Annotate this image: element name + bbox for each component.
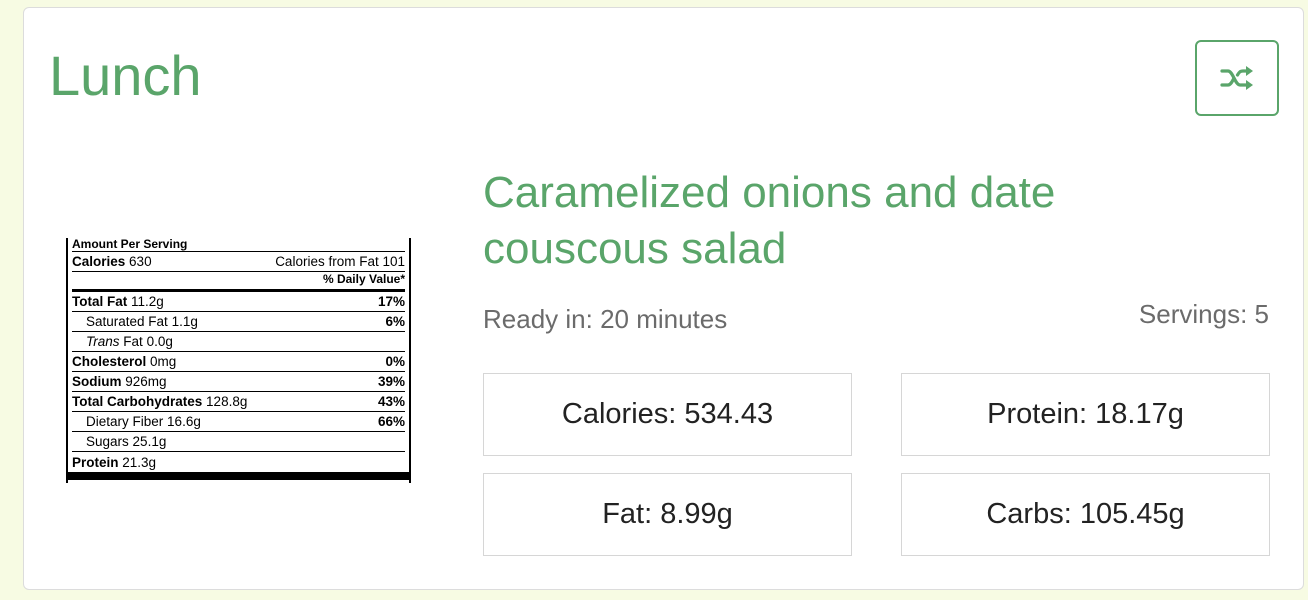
nutrient-label: Sugars (86, 434, 129, 449)
nutrient-label: Total Carbohydrates (72, 394, 203, 409)
meal-card: Lunch Amount Per Serving Calories 630 Ca… (23, 7, 1304, 590)
fat-stat: Fat: 8.99g (483, 473, 852, 556)
nutrient-label: Sodium (72, 374, 122, 389)
nutrient-label: Total Fat (72, 294, 128, 309)
nutrient-label: Protein (72, 455, 119, 470)
nutrient-amount: 21.3g (122, 455, 157, 470)
nutrition-header-row: Amount Per Serving (72, 238, 405, 252)
calories-label: Calories (72, 254, 126, 269)
nutrition-header: Amount Per Serving (72, 238, 188, 251)
nutrient-amount: 926mg (125, 374, 167, 389)
nutrient-row: Total Fat 11.2g 17% (72, 292, 405, 312)
nutrient-amount: 11.2g (131, 294, 164, 309)
servings: Servings: 5 (1138, 299, 1269, 329)
nutrient-percent: 66% (377, 414, 405, 429)
nutrient-percent: 39% (377, 374, 405, 389)
nutrient-row: Trans Fat 0.0g (72, 332, 405, 352)
nutrient-amount: 0mg (150, 354, 177, 369)
nutrient-percent: 17% (377, 294, 405, 309)
daily-value-header-row: % Daily Value* (72, 272, 405, 292)
recipe-title[interactable]: Caramelized onions and date couscous sal… (483, 165, 1183, 277)
nutrition-facts-label: Amount Per Serving Calories 630 Calories… (66, 238, 411, 483)
nutrient-amount: 1.1g (171, 314, 198, 329)
shuffle-icon (1220, 66, 1253, 90)
meal-title: Lunch (49, 44, 202, 107)
daily-value-header: % Daily Value* (322, 272, 405, 286)
nutrient-row: Dietary Fiber 16.6g 66% (72, 412, 405, 432)
nutrient-amount: 128.8g (206, 394, 248, 409)
nutrient-label: Dietary Fiber (86, 414, 164, 429)
nutrient-row: Saturated Fat 1.1g 6% (72, 312, 405, 332)
calories-value: 630 (129, 254, 152, 269)
nutrition-bottom-bar (68, 472, 409, 480)
nutrition-calories-row: Calories 630 Calories from Fat 101 (72, 252, 405, 272)
nutrient-row: Sugars 25.1g (72, 432, 405, 452)
nutrient-amount: 16.6g (167, 414, 201, 429)
nutrient-percent: 6% (385, 314, 405, 329)
nutrient-label: Saturated Fat (86, 314, 168, 329)
carbs-stat: Carbs: 105.45g (901, 473, 1270, 556)
ready-time: Ready in: 20 minutes (483, 304, 728, 334)
nutrient-amount: 25.1g (132, 434, 167, 449)
protein-stat: Protein: 18.17g (901, 373, 1270, 456)
nutrient-row: Sodium 926mg 39% (72, 372, 405, 392)
nutrient-row: Total Carbohydrates 128.8g 43% (72, 392, 405, 412)
nutrient-label: Fat (123, 334, 143, 349)
calories-from-fat: Calories from Fat 101 (275, 254, 405, 269)
nutrient-percent: 0% (385, 354, 405, 369)
nutrient-row: Cholesterol 0mg 0% (72, 352, 405, 372)
nutrient-row: Protein 21.3g (72, 452, 405, 472)
calories-stat: Calories: 534.43 (483, 373, 852, 456)
shuffle-button[interactable] (1195, 40, 1279, 116)
nutrient-percent: 43% (377, 394, 405, 409)
nutrient-label: Cholesterol (72, 354, 147, 369)
nutrient-amount: 0.0g (146, 334, 173, 349)
nutrient-label-italic: Trans (86, 334, 120, 349)
